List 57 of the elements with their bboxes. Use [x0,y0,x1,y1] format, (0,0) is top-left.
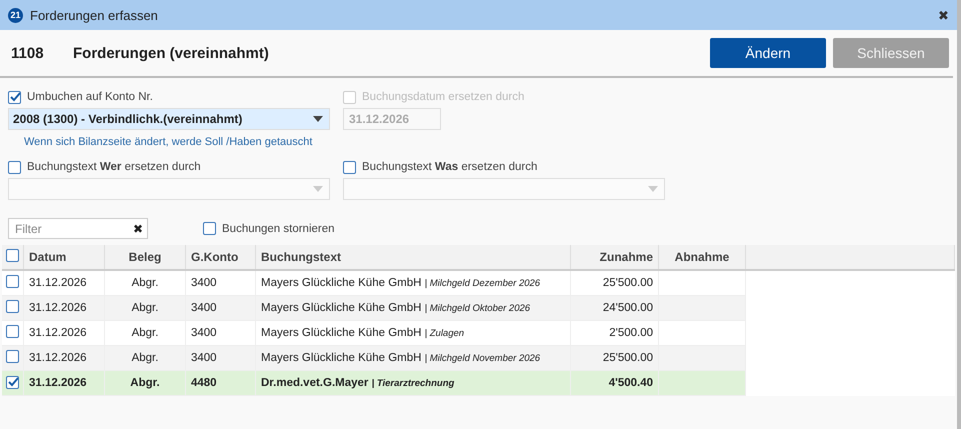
table-cell: Mayers Glückliche Kühe GmbH | Milchgeld Oktober 2026 [256,296,570,320]
hint-text: Wenn sich Bilanzseite ändert, werde Soll /Haben getauscht [24,136,314,148]
table-cell: 2'500.00 [570,320,658,346]
table-cell: Mayers Glückliche Kühe GmbH | Milchgeld Dezember 2026 [256,270,570,296]
table-cell: 31.12.2026 [24,370,104,396]
window-title: Forderungen erfassen [30,8,159,22]
table-cell: 3400 [186,346,256,370]
column-header[interactable]: Buchungstext [256,245,570,270]
checkbox[interactable] [343,160,356,174]
table-cell: Abgr. [104,370,186,396]
column-header[interactable]: Zunahme [570,245,658,270]
table-cell: 4'500.40 [570,370,658,396]
table-cell: Abgr. [104,320,186,346]
table-cell: 31.12.2026 [24,320,104,346]
table-cell: 25'500.00 [570,346,658,370]
checkbox[interactable] [6,249,19,262]
checkbox[interactable] [6,300,19,313]
table-cell: Dr.med.vet.G.Mayer | Tierarztrechnung [256,370,570,396]
checkbox-label: Umbuchen auf Konto Nr. [27,91,153,103]
table-cell: 31.12.2026 [24,296,104,320]
table-cell: Mayers Glückliche Kühe GmbH | Milchgeld November 2026 [256,346,570,370]
table-cell: 25'500.00 [570,270,658,296]
table-cell: 24'500.00 [570,296,658,320]
table-cell: 31.12.2026 [24,346,104,370]
checkbox[interactable] [203,222,216,235]
table-cell: 31.12.2026 [24,270,104,296]
table-cell: 3400 [186,296,256,320]
checkbox[interactable] [6,275,19,288]
dropdown-caret-icon[interactable] [313,116,323,122]
app-badge: 21 [8,8,23,22]
account-number: 1108 [11,44,45,62]
table-cell: 3400 [186,270,256,296]
table-cell: Abgr. [104,296,186,320]
account-name: Forderungen (vereinnahmt) [73,44,270,62]
table-cell: Abgr. [104,346,186,370]
checkbox-label: Buchungstext Wer ersetzen durch [27,161,201,173]
checkbox-label: Buchungsdatum ersetzen durch [362,91,524,103]
table-cell: Abgr. [104,270,186,296]
column-header[interactable]: Abnahme [658,245,746,270]
checkbox[interactable] [8,90,21,104]
column-header[interactable]: Beleg [104,245,186,270]
checkbox-label: Buchungen stornieren [222,222,335,234]
table-cell: Mayers Glückliche Kühe GmbH | Zulagen [256,320,570,346]
account-dropdown[interactable]: 2008 (1300) - Verbindlichk.(vereinnahmt) [8,108,330,130]
checkbox[interactable] [6,376,19,389]
column-header[interactable]: G.Konto [186,245,256,270]
checkbox[interactable] [6,325,19,338]
clear-icon[interactable]: ✖ [133,222,143,236]
column-header[interactable]: Datum [24,245,104,270]
checkbox-label: Buchungstext Was ersetzen durch [362,161,538,173]
filter-field[interactable]: Filter ✖ [8,218,148,239]
close-button[interactable]: ✖ [938,8,949,22]
checkbox[interactable] [8,160,21,174]
change-button[interactable]: Ändern [710,38,826,68]
checkbox[interactable] [6,350,19,363]
table-cell: 4480 [186,370,256,396]
table-cell: 3400 [186,320,256,346]
